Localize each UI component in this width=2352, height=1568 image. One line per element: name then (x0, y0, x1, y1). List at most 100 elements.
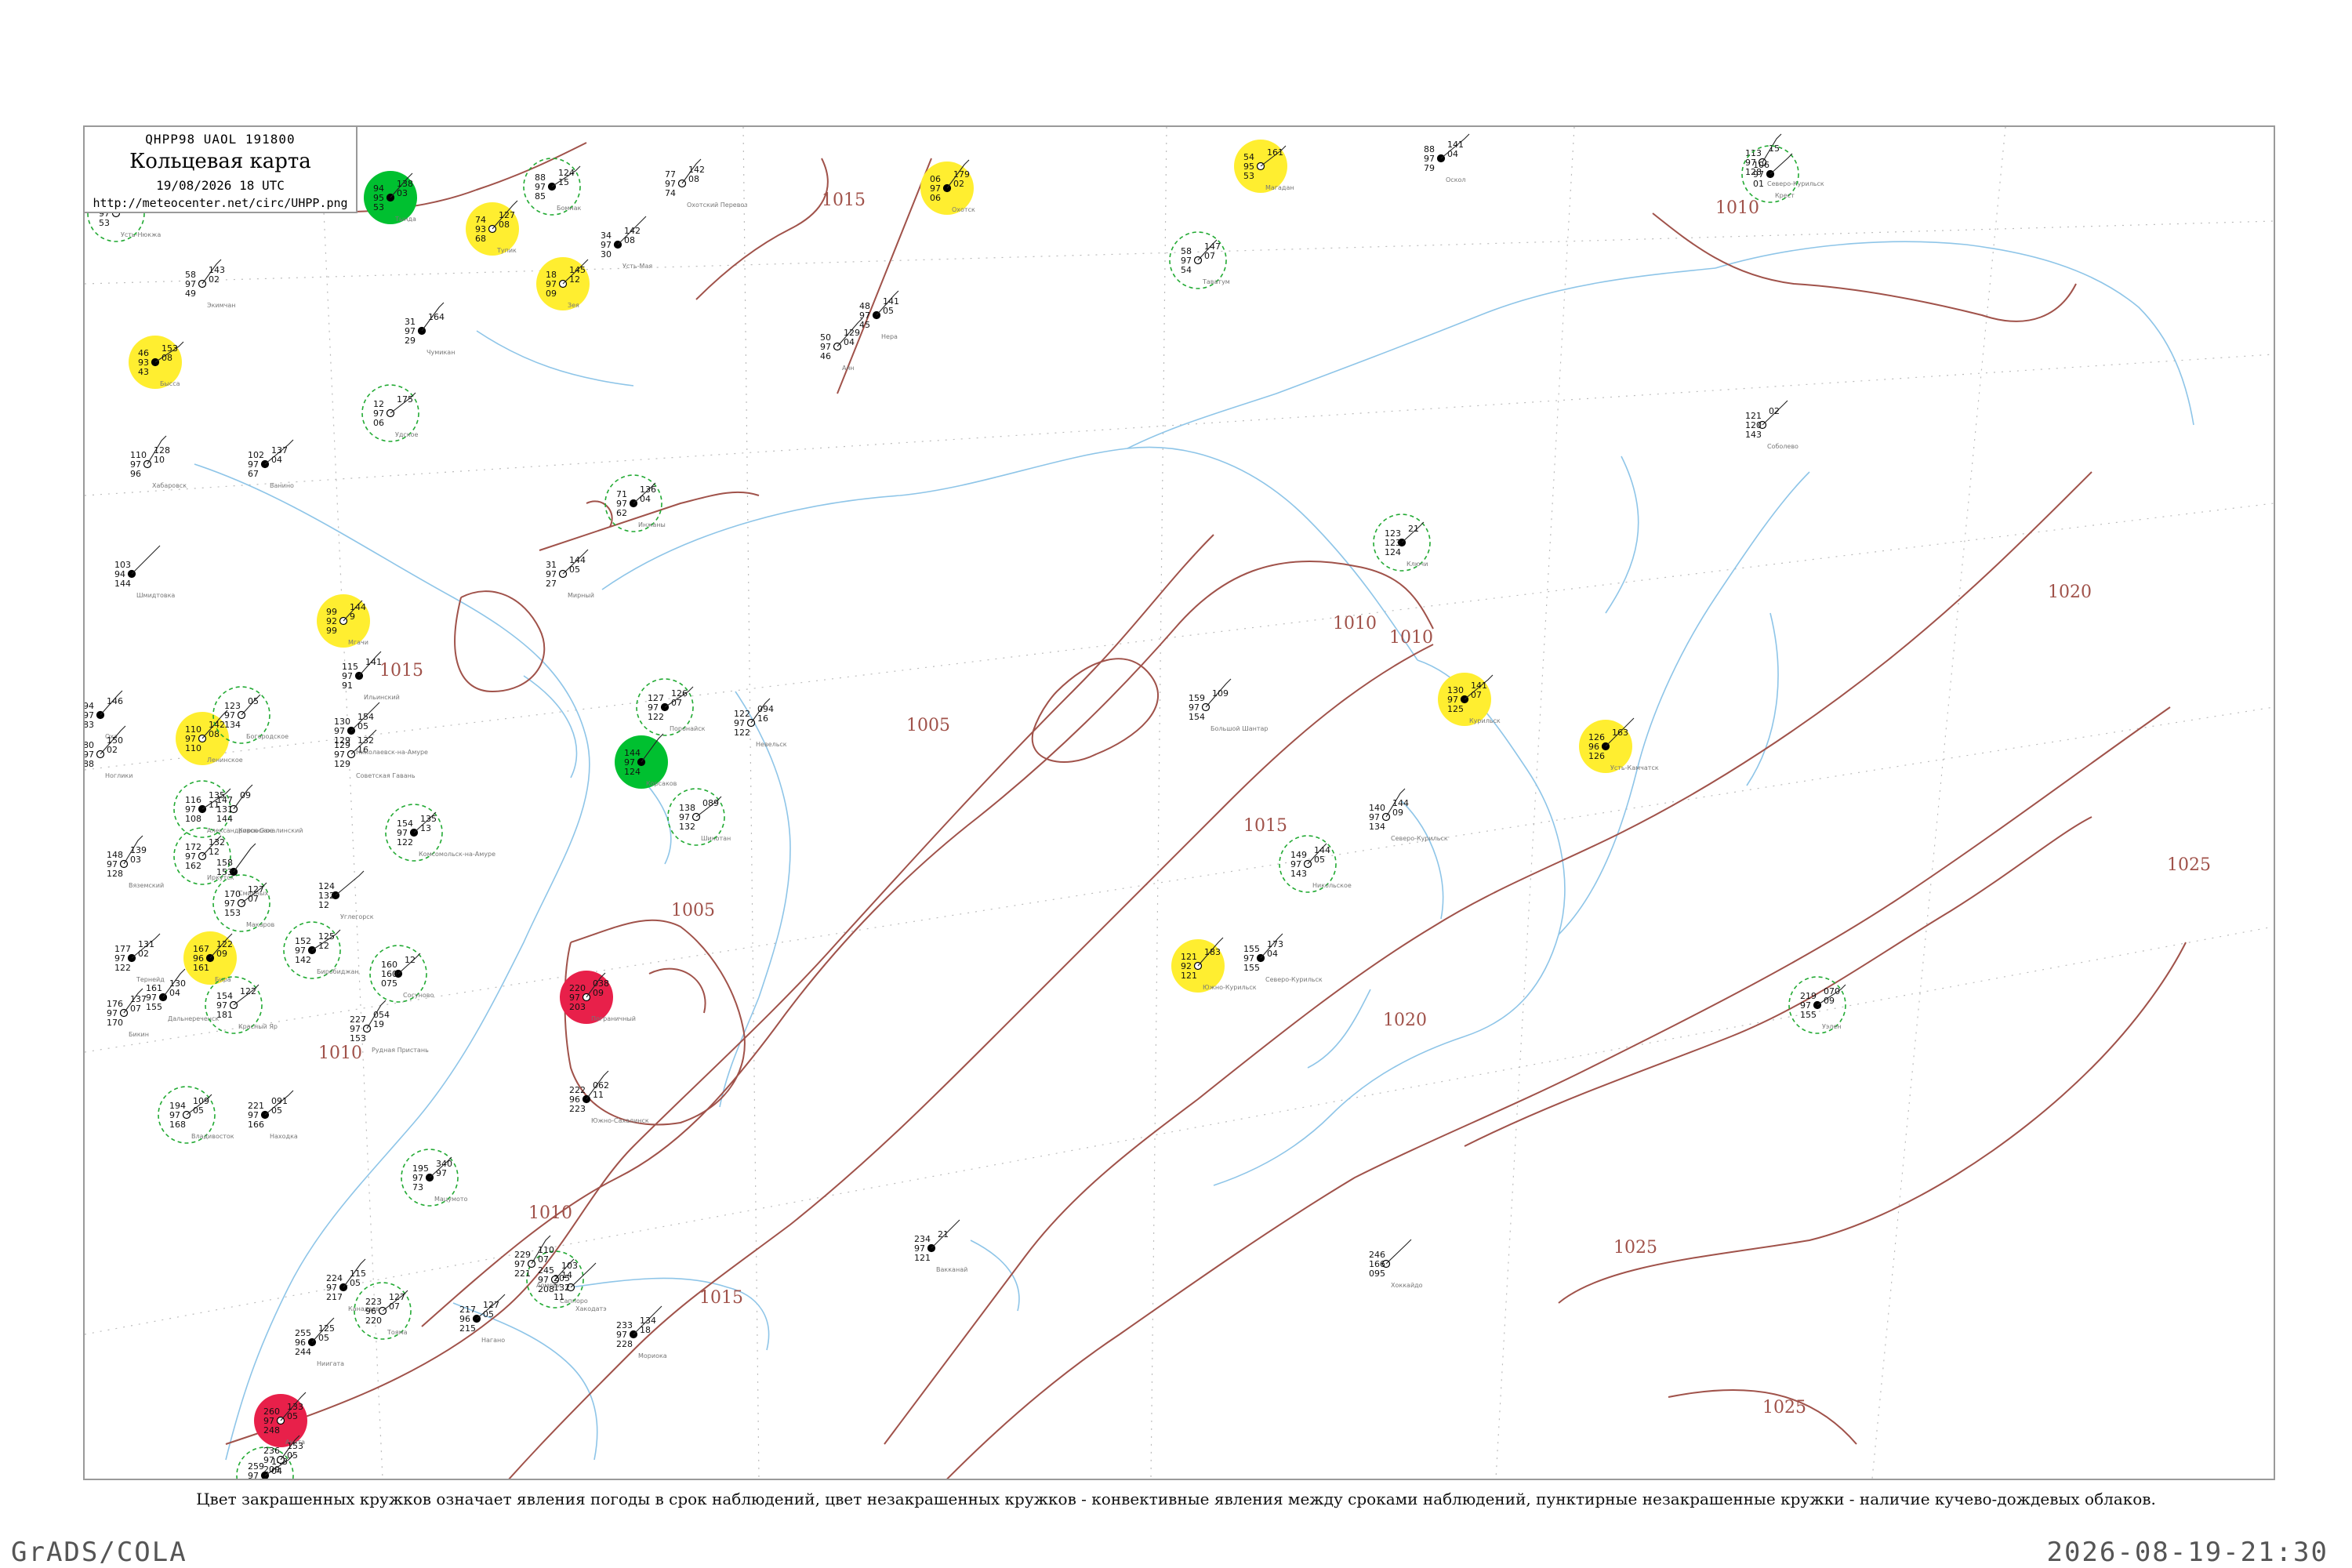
station-st-11[interactable]: 18970914512Зея (536, 257, 590, 310)
station-value: 155 (146, 1002, 162, 1012)
station-name: Хакодатэ (575, 1305, 607, 1312)
station-value: 183 (1204, 947, 1221, 957)
station-st-13[interactable]: 58975414707Таватум (1169, 231, 1230, 289)
station-name: Комсомольск-на-Амуре (419, 851, 495, 858)
station-st-22[interactable]: 71976213604Инжаны (604, 474, 666, 532)
station-value: 143 (1290, 869, 1307, 879)
station-value: 161 (193, 963, 209, 973)
isobar-label: 1010 (1333, 614, 1377, 633)
station-st-37[interactable]: 1499714314405Никольское (1279, 835, 1352, 893)
station-st-23[interactable]: 31972714405Мирный (546, 549, 594, 599)
station-st-18[interactable]: 319729164Чумикан (405, 302, 455, 356)
station-st-7[interactable]: 549553161Магадан (1234, 140, 1294, 193)
source-url[interactable]: http://meteocenter.net/circ/UHPP.png (85, 196, 356, 210)
station-name: Углегорск (340, 913, 374, 920)
station-value: 96 (130, 469, 141, 479)
station-st-34[interactable]: 12312312421Ключи (1373, 514, 1431, 572)
station-value: 04 (169, 988, 180, 998)
station-st-35[interactable]: 12112014302Соболево (1745, 400, 1798, 450)
station-st-38[interactable]: 1559715517304Северо-Курильск (1243, 933, 1323, 983)
station-st-69[interactable]: 1489712813903Вяземский (107, 835, 164, 889)
station-value: 175 (397, 394, 413, 405)
station-value: 74 (665, 188, 676, 198)
station-st-3[interactable]: 74936812708Тупик (466, 200, 519, 256)
station-st-27[interactable]: 15997154109Большой Шантар (1189, 678, 1269, 732)
station-st-60[interactable]: 2339722813418Мориока (616, 1305, 667, 1359)
station-st-5[interactable]: 77977414208Охотский Перевоз (665, 158, 748, 209)
isobar-line (946, 706, 2171, 1479)
station-st-29[interactable]: 1229712209416Невельск (734, 698, 787, 748)
station-st-44[interactable]: 2219716609105Находка (248, 1090, 298, 1140)
station-value: 12 (318, 941, 329, 951)
station-value: 62 (616, 508, 627, 518)
station-st-41[interactable]: 2209720303809Пограничный (560, 971, 636, 1024)
station-st-58[interactable]: 195977334097Мацумото (401, 1149, 468, 1207)
wind-barb-icon (1385, 1239, 1412, 1265)
station-value: 15 (1769, 143, 1780, 154)
station-value: 27 (546, 579, 557, 589)
station-name: Никольское (1312, 882, 1352, 889)
station-value: 163 (1612, 728, 1628, 738)
station-st-42[interactable]: 2229622306211Южно-Сахалинск (569, 1070, 649, 1124)
station-value: 10 (154, 455, 165, 465)
station-name: Тында (394, 216, 416, 223)
station-st-64[interactable]: 1529714212512Биробиджан (283, 921, 359, 979)
station-st-51[interactable]: 2609724813305Акита (254, 1392, 307, 1447)
station-st-32[interactable]: 1309712514107Курильск (1438, 673, 1501, 726)
station-value: 132 (679, 822, 695, 832)
station-value: 209 (263, 1465, 280, 1475)
station-st-21[interactable]: 110979612810Хабаровск (130, 435, 187, 489)
station-st-2[interactable]: 94955313803Тында (364, 171, 417, 224)
station-st-12[interactable]: 34973014208Усть-Мая (601, 216, 652, 270)
station-name: Мацумото (434, 1196, 468, 1203)
isobar-line (586, 500, 613, 528)
station-st-46[interactable]: 16016007512Сосуново (369, 945, 434, 1003)
station-st-74[interactable]: 949783146Оха (85, 690, 123, 740)
station-st-30[interactable]: 14497124Корсаков (615, 733, 677, 789)
station-st-31[interactable]: 13897132089Шикотан (667, 788, 731, 846)
station-st-56[interactable]: 2179621512705Нагано (459, 1294, 506, 1344)
station-value: 97 (436, 1168, 447, 1178)
station-st-33[interactable]: 1409713414409Северо-Курильск (1369, 788, 1448, 842)
station-name: Мирный (568, 592, 594, 599)
station-st-28[interactable]: 1279712212607Поронайск (636, 678, 706, 736)
station-value: 08 (162, 353, 172, 363)
station-st-25[interactable]: 9992991449Мгачи (317, 594, 370, 648)
station-st-16[interactable]: 46934315308Бысса (129, 336, 184, 389)
station-st-14[interactable]: 48974514105Нера (859, 290, 899, 340)
bulletin-code: QHPP98 UAOL 191800 (145, 132, 296, 147)
station-value: 05 (883, 306, 894, 316)
station-st-20[interactable]: 102976713704Ванино (248, 439, 294, 489)
station-name: Тупик (496, 247, 517, 254)
station-name: Ниигата (317, 1360, 344, 1367)
station-st-47[interactable]: 246166095Хоккайдо (1369, 1239, 1423, 1289)
station-value: 215 (459, 1323, 476, 1334)
station-st-17[interactable]: 58974914302Экимчан (185, 259, 236, 309)
station-value: 18 (640, 1325, 651, 1335)
station-st-80[interactable]: 12413212Углегорск (318, 870, 374, 920)
station-st-43[interactable]: 1949716810905Владивосток (158, 1086, 234, 1144)
station-name: Красный Яр (238, 1023, 278, 1030)
station-st-48[interactable]: 2349712121Вакканай (914, 1219, 967, 1273)
station-st-68[interactable]: 1779712213102Тернейд (114, 933, 165, 983)
station-st-79[interactable]: 1709715312707Макаров (212, 874, 275, 932)
station-value: 03 (397, 188, 408, 198)
station-name: Аян (842, 365, 855, 372)
station-value: 153 (216, 867, 233, 877)
station-st-8[interactable]: 88977914104Оскол (1424, 133, 1470, 183)
station-st-70[interactable]: 1549712213513Комсомольск-на-Амуре (385, 804, 495, 862)
station-value: 09 (1824, 996, 1835, 1006)
station-st-4[interactable]: 88978512415Бомнак (523, 158, 582, 216)
station-value: 05 (271, 1105, 282, 1116)
station-st-50[interactable]: 2559624412505Ниигата (295, 1317, 344, 1367)
station-st-65[interactable]: 1769717013707Бикин (107, 988, 149, 1038)
station-st-24[interactable]: 10394144Шмидтовка (114, 545, 175, 599)
isobar-label: 1020 (1383, 1011, 1427, 1030)
station-st-19[interactable]: 129706175Удское (361, 384, 419, 442)
station-name: Мориока (638, 1352, 667, 1359)
isobar-line (695, 158, 829, 300)
station-st-6[interactable]: 06970617902Охотск (920, 159, 975, 215)
station-st-36[interactable]: 12696126163Усть-Камчатск (1579, 717, 1659, 773)
station-st-67[interactable]: 15497181122Красный Яр (205, 976, 278, 1034)
station-value: 244 (295, 1347, 311, 1357)
